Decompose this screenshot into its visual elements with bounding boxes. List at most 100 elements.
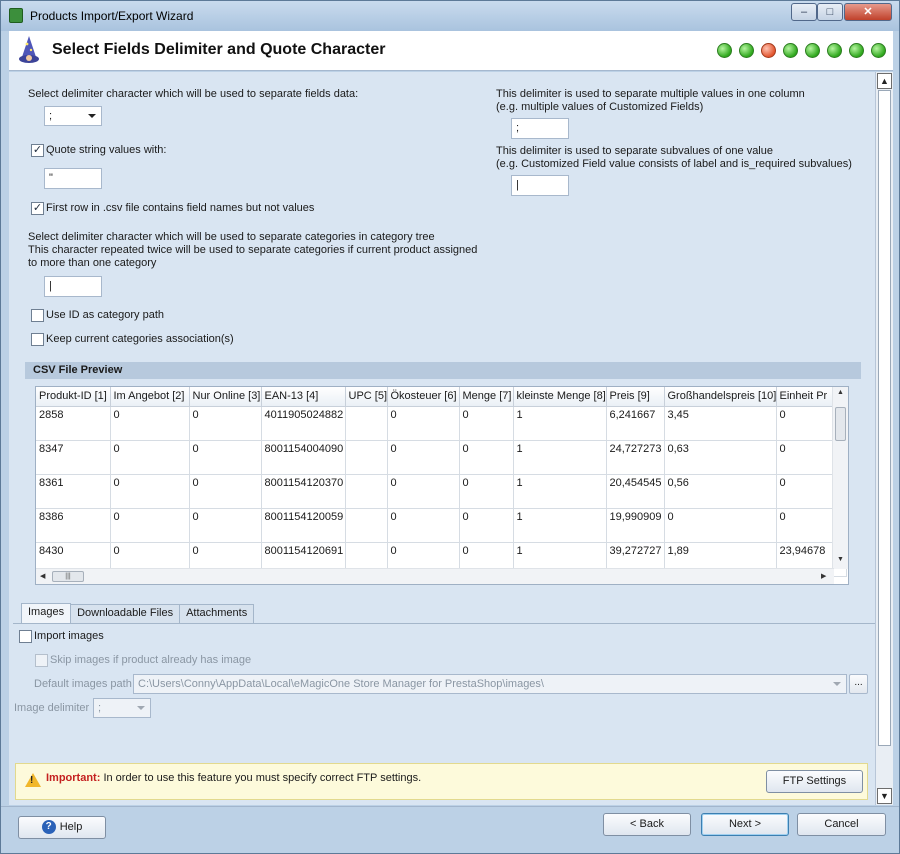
table-cell[interactable]: 0 bbox=[459, 508, 514, 543]
grid-hscroll-thumb[interactable]: ||| bbox=[52, 571, 84, 582]
table-cell[interactable]: 24,727273 bbox=[606, 440, 665, 475]
tab-images[interactable]: Images bbox=[21, 603, 72, 623]
scroll-up-icon[interactable]: ▲ bbox=[877, 73, 892, 89]
multi-values-input[interactable]: ; bbox=[511, 118, 569, 139]
table-cell[interactable]: 8001154120370 bbox=[261, 474, 346, 509]
table-cell[interactable]: 19,990909 bbox=[606, 508, 665, 543]
table-cell[interactable]: 0,56 bbox=[664, 474, 777, 509]
next-button[interactable]: Next > bbox=[701, 813, 789, 836]
table-cell[interactable]: 0 bbox=[189, 508, 262, 543]
table-cell[interactable]: 8361 bbox=[36, 474, 111, 509]
column-header[interactable]: Im Angebot [2] bbox=[110, 387, 190, 407]
table-row[interactable]: 2858 0 0 4011905024882 0 0 1 6,241667 3,45 0 bbox=[36, 406, 847, 441]
table-cell[interactable] bbox=[345, 474, 388, 509]
column-header[interactable]: UPC [5] bbox=[345, 387, 388, 407]
column-header[interactable]: Großhandelspreis [10] bbox=[664, 387, 777, 407]
close-button[interactable]: ✕ bbox=[844, 3, 892, 21]
grid-vertical-scrollbar[interactable]: ▲ ▼ bbox=[832, 387, 848, 569]
table-cell[interactable]: 0 bbox=[110, 406, 190, 441]
table-cell[interactable]: 8001154120059 bbox=[261, 508, 346, 543]
table-cell[interactable]: 0 bbox=[387, 474, 460, 509]
keep-categories-label: Keep current categories association(s) bbox=[46, 333, 234, 345]
table-cell[interactable]: 0 bbox=[189, 474, 262, 509]
back-button[interactable]: < Back bbox=[603, 813, 691, 836]
tab-attachments[interactable]: Attachments bbox=[179, 604, 255, 623]
table-cell[interactable]: 20,454545 bbox=[606, 474, 665, 509]
column-header[interactable]: kleinste Menge [8] bbox=[513, 387, 607, 407]
images-path-select[interactable]: C:\Users\Conny\AppData\Local\eMagicOne S… bbox=[133, 674, 847, 694]
category-delimiter-input[interactable]: | bbox=[44, 276, 102, 297]
skip-images-checkbox[interactable] bbox=[35, 654, 48, 667]
csv-preview-title: CSV File Preview bbox=[25, 362, 861, 379]
table-cell[interactable]: 1 bbox=[513, 474, 607, 509]
import-images-checkbox[interactable] bbox=[19, 630, 32, 643]
table-cell[interactable]: 0 bbox=[387, 406, 460, 441]
window-title: Products Import/Export Wizard bbox=[30, 9, 194, 23]
content-scroll-thumb[interactable] bbox=[878, 90, 891, 746]
browse-button[interactable]: ... bbox=[849, 674, 868, 694]
subvalues-input[interactable]: | bbox=[511, 175, 569, 196]
image-delimiter-select[interactable]: ; bbox=[93, 698, 151, 718]
table-cell[interactable]: 8001154004090 bbox=[261, 440, 346, 475]
table-cell[interactable]: 1 bbox=[513, 406, 607, 441]
table-cell[interactable]: 6,241667 bbox=[606, 406, 665, 441]
minimize-button[interactable]: – bbox=[791, 3, 817, 21]
table-cell[interactable]: 0 bbox=[459, 474, 514, 509]
content-vertical-scrollbar[interactable]: ▲ ▼ bbox=[875, 72, 893, 805]
table-cell[interactable]: 0 bbox=[110, 474, 190, 509]
column-header[interactable]: Preis [9] bbox=[606, 387, 665, 407]
table-cell[interactable]: 1 bbox=[513, 440, 607, 475]
quote-checkbox[interactable]: ✓ bbox=[31, 144, 44, 157]
table-cell[interactable]: 0 bbox=[459, 406, 514, 441]
table-cell[interactable]: 4011905024882 bbox=[261, 406, 346, 441]
table-cell[interactable]: 8386 bbox=[36, 508, 111, 543]
csv-preview-grid[interactable]: Produkt-ID [1] Im Angebot [2] Nur Online [… bbox=[35, 386, 849, 585]
tab-downloadable-files[interactable]: Downloadable Files bbox=[70, 604, 181, 623]
table-cell[interactable]: 0,63 bbox=[664, 440, 777, 475]
table-cell[interactable]: 0 bbox=[110, 440, 190, 475]
ftp-settings-button[interactable]: FTP Settings bbox=[766, 770, 863, 793]
quote-input[interactable]: " bbox=[44, 168, 102, 189]
column-header[interactable]: Produkt-ID [1] bbox=[36, 387, 111, 407]
table-row[interactable]: 8386 0 0 8001154120059 0 0 1 19,990909 0 0 bbox=[36, 508, 847, 543]
table-cell[interactable]: 0 bbox=[387, 440, 460, 475]
table-cell[interactable]: 8347 bbox=[36, 440, 111, 475]
table-cell[interactable]: 0 bbox=[459, 440, 514, 475]
table-cell[interactable]: 2858 bbox=[36, 406, 111, 441]
table-row[interactable]: 8347 0 0 8001154004090 0 0 1 24,727273 0,63 0 bbox=[36, 440, 847, 475]
category-delimiter-line2: This character repeated twice will be us… bbox=[28, 244, 478, 256]
table-cell[interactable]: 0 bbox=[110, 508, 190, 543]
scroll-down-icon[interactable]: ▼ bbox=[877, 788, 892, 804]
title-bar[interactable]: Products Import/Export Wizard – □ ✕ bbox=[1, 1, 899, 31]
table-cell[interactable]: 0 bbox=[664, 508, 777, 543]
table-cell[interactable] bbox=[345, 508, 388, 543]
table-cell[interactable] bbox=[345, 440, 388, 475]
table-cell[interactable]: 0 bbox=[189, 440, 262, 475]
column-header[interactable]: Nur Online [3] bbox=[189, 387, 262, 407]
category-delimiter-line3: to more than one category bbox=[28, 257, 157, 269]
table-cell[interactable] bbox=[345, 406, 388, 441]
cancel-button[interactable]: Cancel bbox=[797, 813, 886, 836]
use-id-checkbox[interactable] bbox=[31, 309, 44, 322]
first-row-checkbox[interactable]: ✓ bbox=[31, 202, 44, 215]
column-header[interactable]: EAN-13 [4] bbox=[261, 387, 346, 407]
scroll-right-icon[interactable]: ▶ bbox=[821, 572, 826, 580]
help-button[interactable]: ? Help bbox=[18, 816, 106, 839]
grid-vscroll-thumb[interactable] bbox=[835, 407, 846, 441]
table-cell[interactable]: 3,45 bbox=[664, 406, 777, 441]
delimiter-select[interactable]: ; bbox=[44, 106, 102, 126]
table-cell[interactable]: 0 bbox=[189, 406, 262, 441]
table-cell[interactable]: 0 bbox=[387, 508, 460, 543]
maximize-button[interactable]: □ bbox=[817, 3, 843, 21]
keep-categories-checkbox[interactable] bbox=[31, 333, 44, 346]
column-header[interactable]: Menge [7] bbox=[459, 387, 514, 407]
step-dot bbox=[827, 43, 842, 58]
step-dot bbox=[871, 43, 886, 58]
table-row[interactable]: 8361 0 0 8001154120370 0 0 1 20,454545 0,56 0 bbox=[36, 474, 847, 509]
scroll-down-icon[interactable]: ▼ bbox=[837, 556, 844, 563]
table-cell[interactable]: 1 bbox=[513, 508, 607, 543]
scroll-up-icon[interactable]: ▲ bbox=[837, 389, 844, 396]
column-header[interactable]: Ökosteuer [6] bbox=[387, 387, 460, 407]
grid-horizontal-scrollbar[interactable]: ◀ ||| ▶ bbox=[36, 568, 834, 584]
scroll-left-icon[interactable]: ◀ bbox=[40, 572, 45, 580]
